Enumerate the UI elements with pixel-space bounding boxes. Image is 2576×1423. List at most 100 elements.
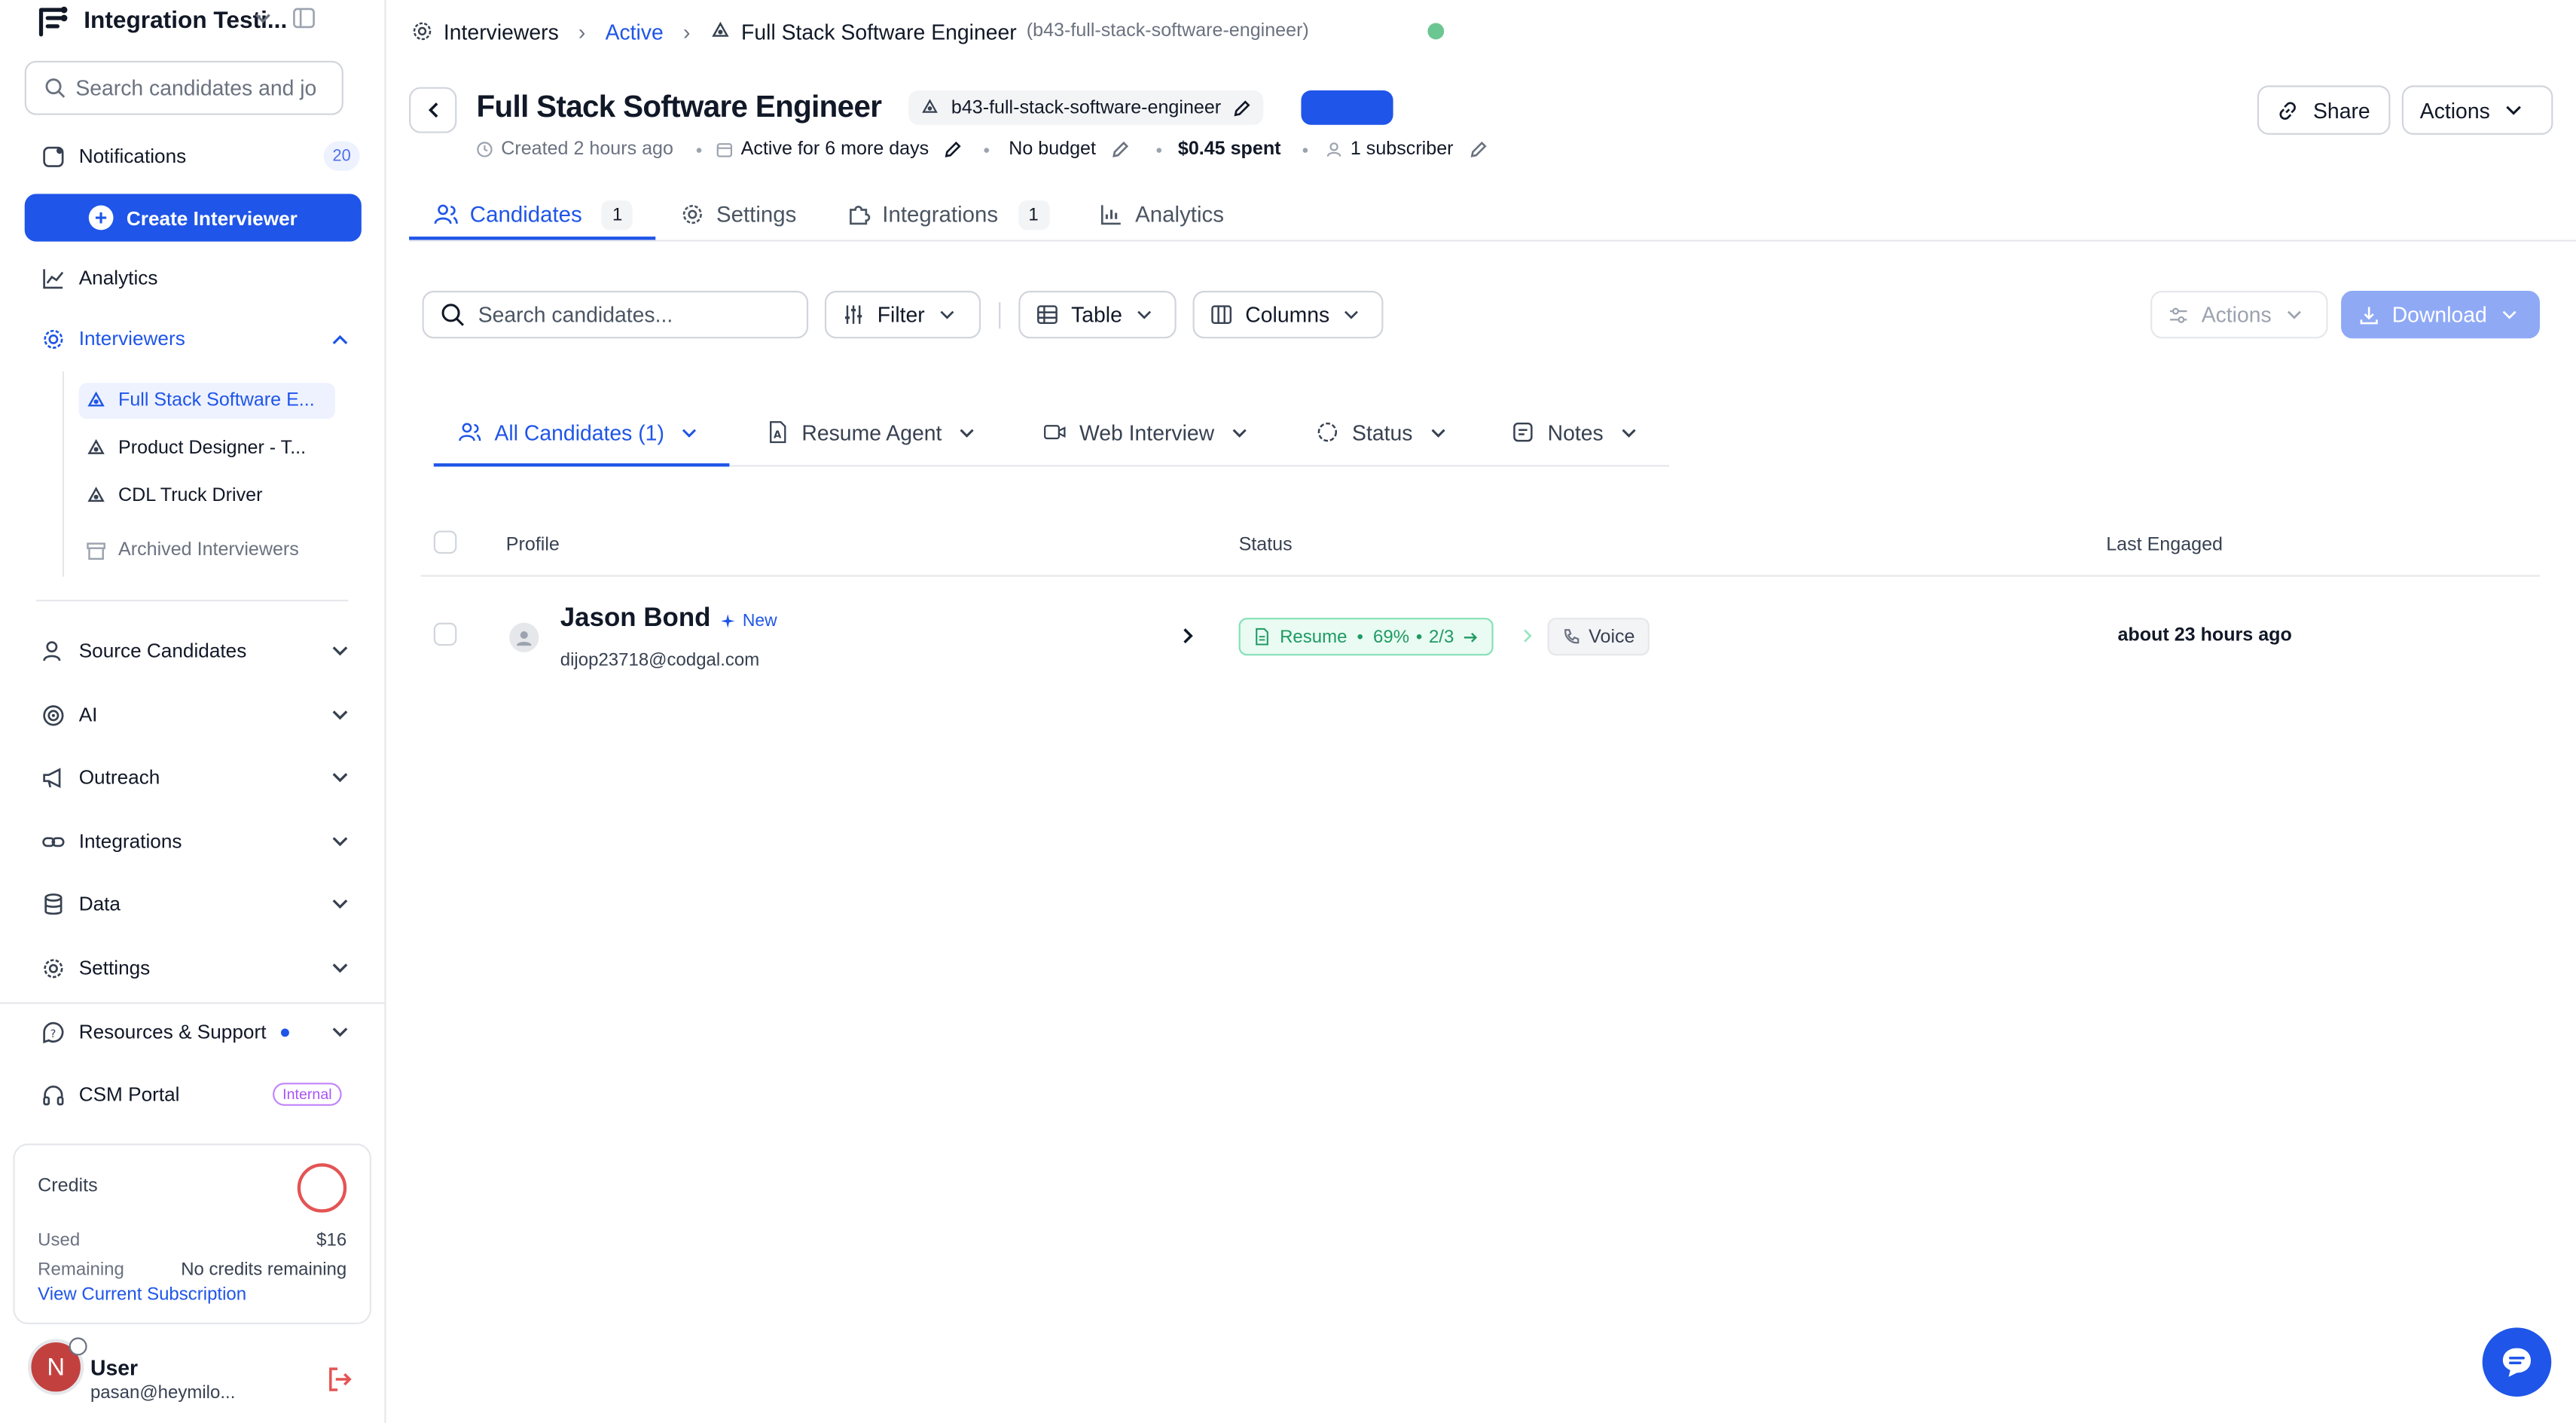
- chevron-down-icon: [1135, 306, 1153, 324]
- sidebar-group-integrations[interactable]: Integrations: [39, 823, 182, 860]
- sidebar-search-placeholder: Search candidates and jo: [75, 75, 317, 101]
- create-interviewer-button[interactable]: + Create Interviewer: [24, 194, 362, 242]
- voice-status-pill[interactable]: Voice: [1547, 618, 1650, 656]
- sidebar-item-interviewers[interactable]: Interviewers: [39, 320, 185, 356]
- column-header-status[interactable]: Status: [1239, 536, 1293, 555]
- sidebar-group-data[interactable]: Data: [39, 886, 121, 922]
- sidebar-group-settings[interactable]: Settings: [39, 950, 150, 986]
- subnav-guide: [62, 371, 65, 577]
- sidebar: Integration Testi... Search candidates a…: [0, 0, 386, 1423]
- filter-tab-web-interview[interactable]: Web Interview: [1043, 416, 1249, 449]
- sidebar-group-source-candidates[interactable]: Source Candidates: [39, 633, 246, 669]
- file-icon: [1253, 628, 1270, 646]
- meta-created-text: Created 2 hours ago: [501, 139, 673, 160]
- user-icon: [1326, 142, 1342, 158]
- breadcrumb-interviewers[interactable]: Interviewers: [444, 19, 559, 44]
- filter-tab-resume-agent[interactable]: A Resume Agent: [768, 416, 977, 449]
- sidebar-toggle-icon[interactable]: [292, 7, 316, 30]
- chevron-down-icon[interactable]: [330, 832, 349, 851]
- sidebar-item-resources-support[interactable]: ? Resources & Support: [39, 1014, 266, 1050]
- filter-tab-notes[interactable]: Notes: [1512, 416, 1638, 449]
- bulk-actions-button[interactable]: Actions: [2150, 291, 2328, 339]
- chat-bubble-icon: [2502, 1348, 2532, 1377]
- meta-spent-text: $0.45 spent: [1177, 139, 1281, 160]
- chevron-right-icon: [1524, 629, 1532, 643]
- filter-button[interactable]: Filter: [824, 291, 981, 339]
- pencil-icon[interactable]: [1111, 139, 1131, 159]
- tab-integrations[interactable]: Integrations 1: [846, 188, 1049, 242]
- status-pill[interactable]: [1301, 90, 1393, 125]
- download-button[interactable]: Download: [2341, 291, 2541, 339]
- chevron-up-icon[interactable]: [330, 330, 349, 350]
- user-search-icon: [39, 637, 66, 664]
- tab-candidates[interactable]: Candidates 1: [434, 188, 633, 242]
- table-label: Table: [1071, 302, 1122, 328]
- last-engaged-value: about 23 hours ago: [2117, 626, 2292, 646]
- tab-count-badge: 1: [1018, 200, 1049, 230]
- filter-tab-label: Notes: [1547, 420, 1604, 444]
- workspace-switcher[interactable]: Integration Testi...: [36, 3, 287, 39]
- sidebar-item-csm-portal[interactable]: CSM Portal: [39, 1076, 180, 1113]
- sparkle-icon: [721, 614, 735, 628]
- chevron-right-icon[interactable]: [1178, 626, 1198, 646]
- logout-icon[interactable]: [325, 1366, 353, 1394]
- sidebar-item-label: Notifications: [78, 144, 187, 168]
- pencil-icon[interactable]: [944, 139, 963, 159]
- chevron-down-icon: [958, 423, 976, 441]
- sidebar-subitem-interviewer[interactable]: CDL Truck Driver: [79, 478, 335, 515]
- sidebar-subitem-interviewer[interactable]: Full Stack Software E...: [78, 383, 335, 420]
- chevron-down-icon[interactable]: [330, 768, 349, 787]
- pencil-icon[interactable]: [1232, 98, 1252, 118]
- sidebar-item-label: AI: [78, 703, 98, 727]
- tab-label: Integrations: [882, 202, 999, 227]
- sidebar-group-outreach[interactable]: Outreach: [39, 759, 160, 795]
- select-all-checkbox[interactable]: [433, 530, 457, 554]
- sidebar-subitem-archived[interactable]: Archived Interviewers: [79, 533, 335, 569]
- pencil-icon[interactable]: [1468, 139, 1488, 159]
- chevron-down-icon[interactable]: [330, 641, 349, 661]
- resume-status-pill[interactable]: Resume • 69% • 2/3: [1238, 618, 1494, 656]
- tab-analytics[interactable]: Analytics: [1099, 188, 1224, 242]
- chevron-left-icon: [427, 102, 438, 118]
- chevron-down-icon: [2500, 306, 2518, 324]
- chevron-down-icon[interactable]: [330, 894, 349, 914]
- column-header-last-engaged[interactable]: Last Engaged: [2106, 536, 2223, 555]
- columns-button[interactable]: Columns: [1192, 291, 1384, 339]
- sidebar-item-analytics[interactable]: Analytics: [39, 260, 157, 296]
- view-subscription-link[interactable]: View Current Subscription: [38, 1285, 246, 1305]
- breadcrumb-active[interactable]: Active: [606, 19, 664, 44]
- back-button[interactable]: [409, 87, 457, 133]
- recycle-icon: [922, 98, 938, 112]
- support-chat-button[interactable]: [2482, 1327, 2552, 1397]
- column-header-profile[interactable]: Profile: [506, 536, 560, 555]
- filter-tab-label: All Candidates (1): [494, 420, 664, 444]
- candidate-search-input[interactable]: Search candidates...: [422, 291, 809, 339]
- chevron-down-icon[interactable]: [330, 705, 349, 725]
- credits-ring-indicator: [297, 1163, 347, 1213]
- sidebar-group-ai[interactable]: AI: [39, 697, 97, 733]
- chevron-down-icon[interactable]: [253, 8, 273, 28]
- filter-tab-all-candidates[interactable]: All Candidates (1): [459, 416, 699, 449]
- sidebar-subitem-interviewer[interactable]: Product Designer - T...: [79, 430, 335, 466]
- sidebar-divider: [35, 600, 349, 602]
- meta-separator: [1302, 148, 1308, 153]
- arrow-right-icon: [1462, 628, 1479, 645]
- row-checkbox[interactable]: [433, 622, 457, 646]
- link-icon: [39, 828, 66, 854]
- recycle-icon: [712, 20, 729, 36]
- svg-text:?: ?: [50, 1028, 56, 1040]
- bulk-actions-label: Actions: [2201, 302, 2272, 328]
- filter-tab-status[interactable]: Status: [1316, 416, 1447, 449]
- tab-settings[interactable]: Settings: [680, 188, 796, 242]
- candidate-email: dijop23718@codgal.com: [560, 650, 760, 670]
- sidebar-item-notifications[interactable]: Notifications: [39, 138, 186, 174]
- candidate-name[interactable]: Jason Bond: [560, 605, 711, 634]
- share-button[interactable]: Share: [2257, 85, 2391, 135]
- chevron-down-icon[interactable]: [330, 1022, 349, 1042]
- actions-button[interactable]: Actions: [2401, 85, 2553, 135]
- chevron-down-icon[interactable]: [330, 958, 349, 978]
- slug-chip[interactable]: b43-full-stack-software-engineer: [908, 90, 1264, 125]
- view-table-select[interactable]: Table: [1018, 291, 1177, 339]
- sidebar-search-input[interactable]: Search candidates and jo: [24, 60, 343, 115]
- meta-spent: $0.45 spent: [1178, 136, 1281, 163]
